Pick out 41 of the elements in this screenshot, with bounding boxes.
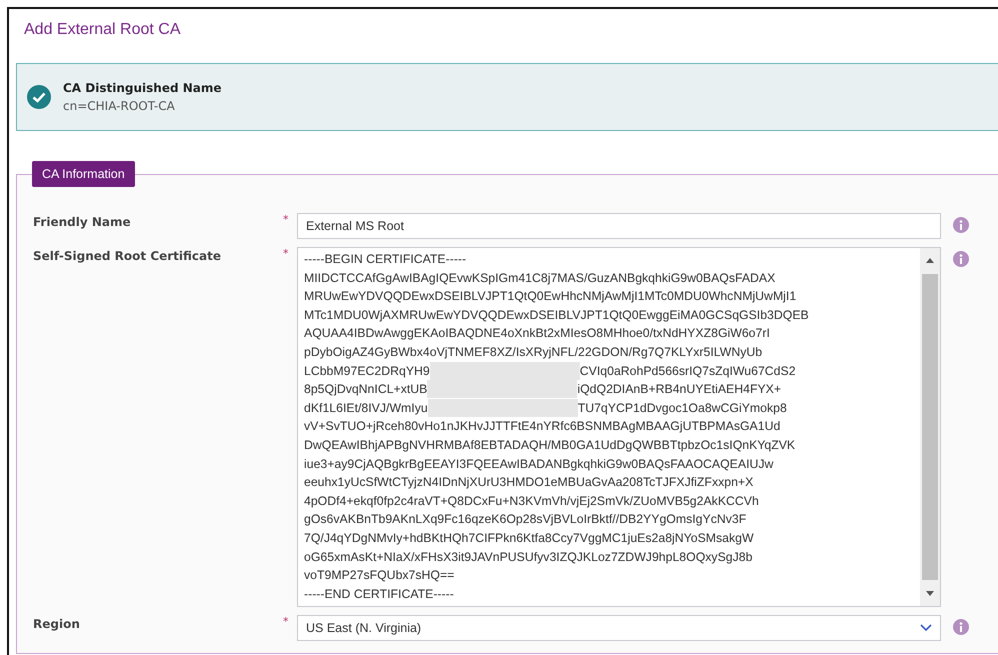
required-marker: *	[283, 615, 290, 628]
scrollbar-thumb[interactable]	[922, 274, 938, 580]
certificate-line: voT9MP27sFQUbx7sHQ==	[304, 567, 454, 584]
certificate-line: iQdQ2DIAnB+RB4nUYEtiAEH4FYX+	[577, 381, 782, 398]
certificate-line: dKf1L6IEt/8IVJ/WmIyu	[304, 400, 428, 417]
certificate-line: CVIq0aRohPd566srIQ7sZqIWu67CdS2	[580, 362, 796, 380]
info-icon[interactable]	[953, 619, 969, 635]
certificate-line: -----END CERTIFICATE-----	[304, 586, 454, 603]
certificate-line: 8p5QjDvqNnICL+xtUB	[304, 381, 428, 398]
certificate-line: 7Q/J4qYDgNMvIy+hdBKtHQh7CIFPkn6Ktfa8Ccy7VggMC1juEs2a8jNYoSMsakgW	[304, 530, 754, 547]
field-label: Self-Signed Root Certificate	[33, 248, 222, 263]
certificate-line: oG65xmAsKt+NIaX/xFHsX3it9JAVnPUSUfyv3IZQJKLoz7ZDWJ9hpL8OQxySgJ8b	[304, 548, 752, 566]
banner-value: cn=CHIA-ROOT-CA	[63, 99, 176, 113]
banner-heading: CA Distinguished Name	[63, 81, 222, 95]
certificate-line: MIIDCTCCAfGgAwIBAgIQEvwKSpIGm41C8j7MAS/GuzANBgkqhkiG9w0BAQsFADAX	[304, 270, 776, 287]
certificate-line: pDybOigAZ4GyBWbx4oVjTNMEF8XZ/IsXRyjNFL/22GDON/Rg7Q7KLYxr5ILWNyUb	[304, 344, 762, 361]
certificate-line: iue3+ay9CjAQBgkrBgEEAYI3FQEEAwIBADANBgkqhkiG9w0BAQsFAAOCAQEAIUJw	[304, 456, 774, 473]
page-title: Add External Root CA	[24, 21, 182, 39]
friendly-name-field[interactable]: External MS Root	[297, 213, 941, 239]
certificate-line: MRUwEwYDVQQDEwxDSEIBLVJPT1QtQ0EwHhcNMjAwMjI1MTc0MDU0WhcNMjUwMjI1	[304, 288, 796, 306]
certificate-line: vV+SvTUO+jRceh80vHo1nJKHvJJTTFtE4nYRfc6BSNMBAgMBAAGjUTBPMAsGA1Ud	[304, 418, 780, 436]
required-marker: *	[283, 247, 290, 260]
info-icon[interactable]	[953, 251, 969, 267]
certificate-line: DwQEAwIBhjAPBgNVHRMBAf8EBTADAQH/MB0GA1UdDgQWBBTtpbzOc1sIQnKYqZVK	[304, 436, 796, 454]
region-dropdown[interactable]: US East (N. Virginia)	[297, 615, 941, 641]
required-marker: *	[283, 213, 290, 226]
certificate-line: gOs6vAKBnTb9AKnLXq9Fc16qzeK6Op28sVjBVLoIrBktf//DB2YYgOmsIgYcNv3F	[304, 511, 746, 528]
certificate-line: MTc1MDU0WjAXMRUwEwYDVQQDEwxDSEIBLVJPT1QtQ0EwggEiMA0GCSqGSIb3DQEB	[304, 306, 809, 324]
certificate-line: AQUAA4IBDwAwggEKAoIBAQDNE4oXnkBt2xMIesO8MHhoe0/txNdHYXZ8GiW6o7rI	[304, 325, 770, 342]
scrollbar[interactable]	[920, 248, 940, 606]
info-icon[interactable]	[953, 217, 969, 233]
chevron-down-icon	[920, 624, 932, 632]
certificate-line: 4pODf4+ekqf0fp2c4raVT+Q8DCxFu+N3KVmVh/vjEj2SmVk/ZUoMVB5g2AkKCCVh	[304, 492, 759, 510]
field-label: Region	[33, 616, 81, 631]
certificate-line: eeuhx1yUcSfWtCTyjzN4IDnNjXUrU3HMDO1eMBUaGvAa208TcTJFXJfiZFxxpn+X	[304, 474, 754, 492]
certificate-line: TU7qYCP1dDvgoc1Oa8wCGiYmokp8	[578, 400, 787, 417]
certificate-line: LCbbM97EC2DRqYH9	[304, 362, 430, 380]
field-label: Friendly Name	[33, 214, 132, 229]
certificate-field[interactable]	[297, 247, 941, 607]
section-legend: CA Information	[32, 161, 135, 187]
certificate-line: -----BEGIN CERTIFICATE-----	[304, 251, 466, 268]
